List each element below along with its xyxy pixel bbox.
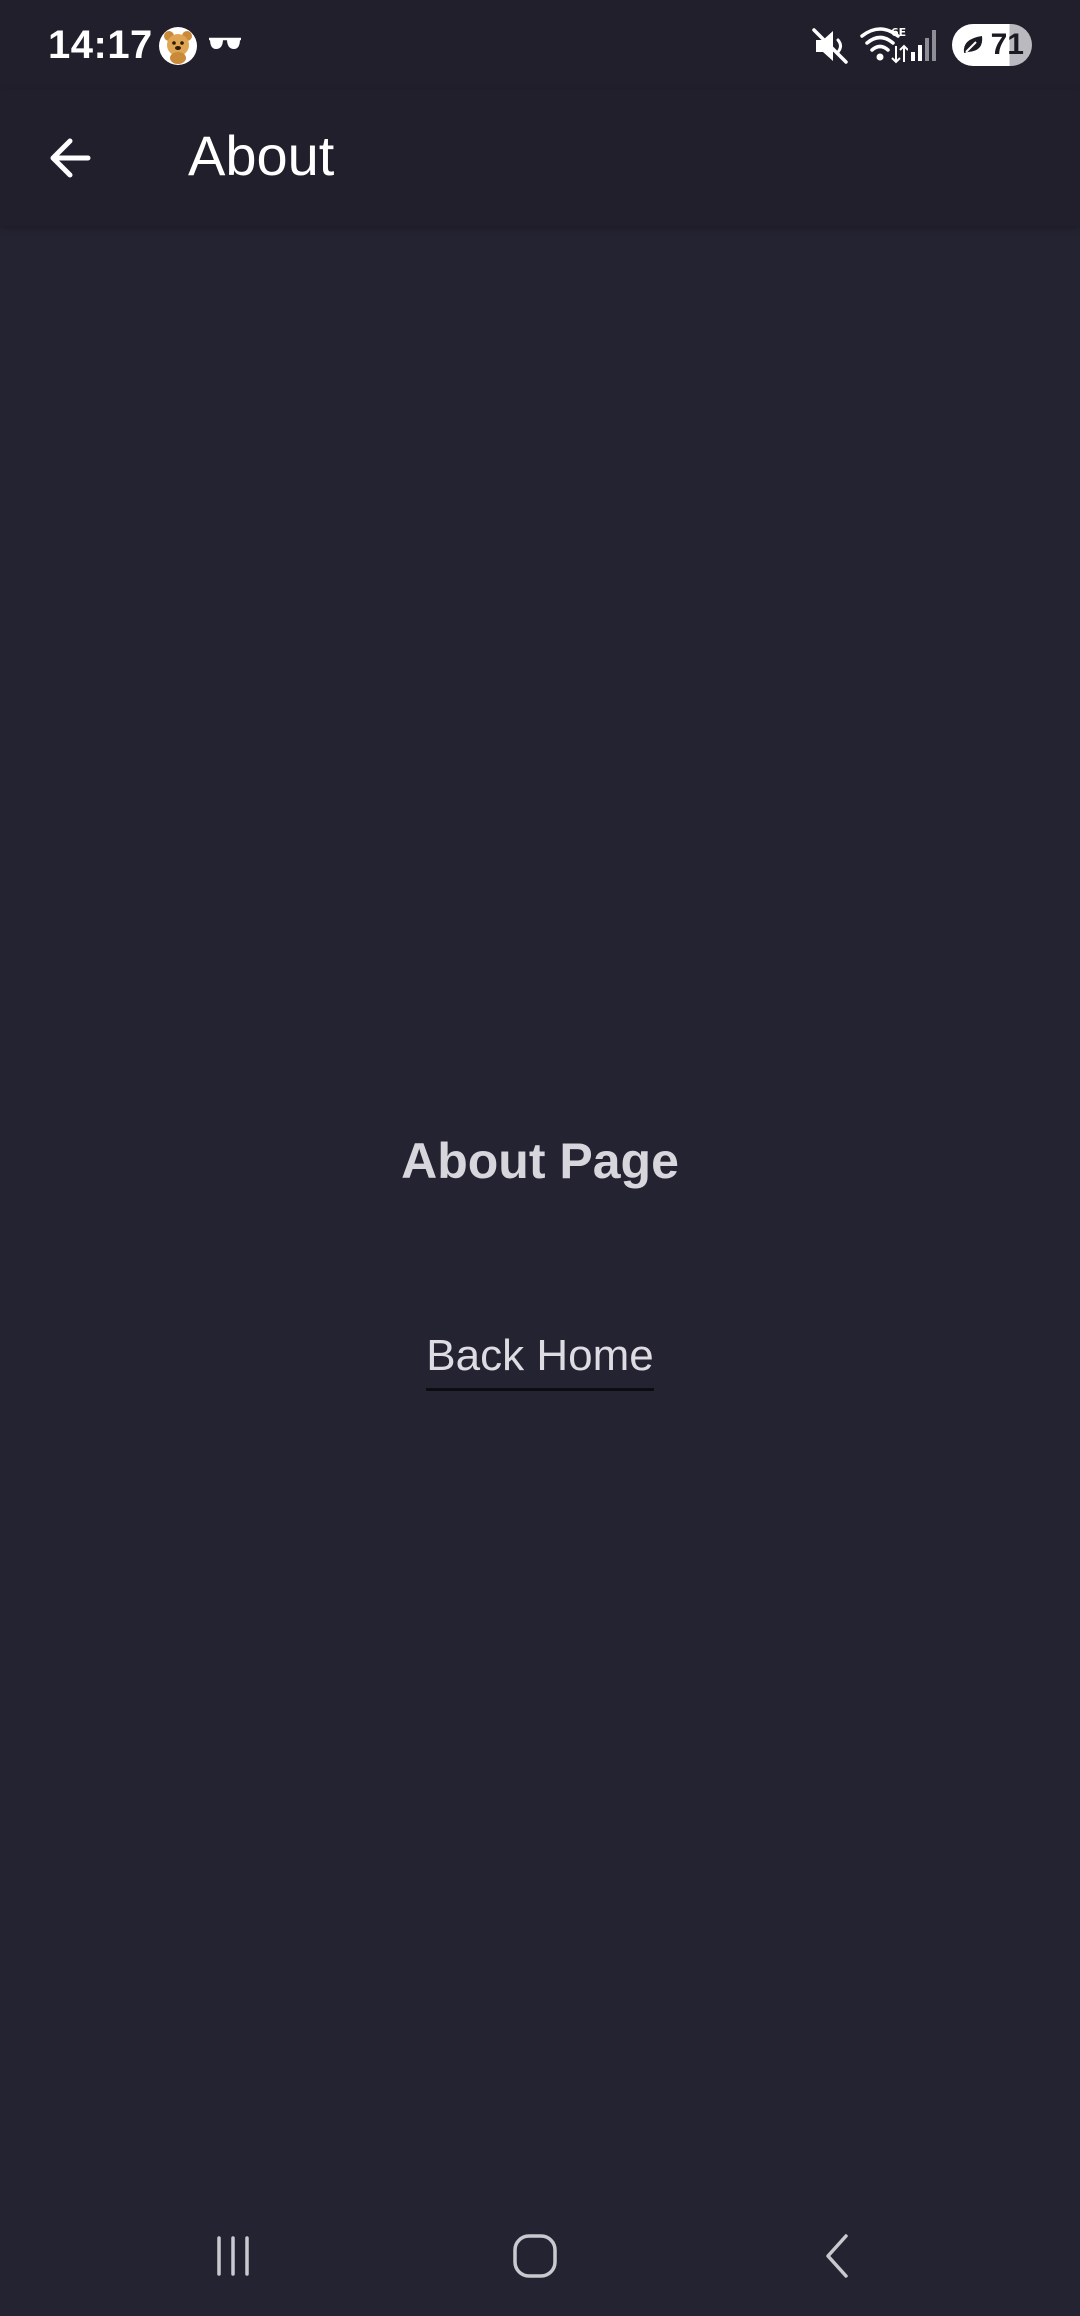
page-title: About bbox=[188, 124, 335, 187]
svg-text:6E: 6E bbox=[891, 26, 906, 39]
back-icon bbox=[826, 2234, 848, 2278]
back-home-container: Back Home bbox=[0, 1328, 1080, 1391]
back-button[interactable] bbox=[38, 124, 106, 192]
battery-level: 71 bbox=[990, 28, 1024, 61]
app-bar: About bbox=[0, 90, 1080, 226]
content-heading: About Page bbox=[401, 1133, 679, 1189]
signal-icon bbox=[910, 28, 940, 67]
home-icon bbox=[513, 2234, 557, 2278]
home-button[interactable] bbox=[495, 2226, 575, 2286]
nav-back-button[interactable] bbox=[798, 2226, 878, 2286]
status-bar: 14:17 6E 71 bbox=[0, 0, 1080, 90]
bear-app-icon bbox=[158, 26, 198, 71]
recents-button[interactable] bbox=[193, 2226, 273, 2286]
system-nav-bar bbox=[0, 2196, 1080, 2316]
battery-saver-icon bbox=[960, 33, 986, 62]
recents-icon bbox=[217, 2236, 249, 2276]
back-home-link[interactable]: Back Home bbox=[426, 1328, 654, 1391]
battery-icon: 71 bbox=[952, 24, 1032, 66]
about-screen: 14:17 6E 71 About About Page Back Home bbox=[0, 0, 1080, 2316]
wifi-6e-icon: 6E bbox=[860, 24, 909, 71]
mute-icon bbox=[812, 26, 850, 71]
arrow-left-icon bbox=[50, 138, 91, 178]
status-time: 14:17 bbox=[48, 23, 153, 67]
glasses-icon bbox=[208, 36, 242, 59]
